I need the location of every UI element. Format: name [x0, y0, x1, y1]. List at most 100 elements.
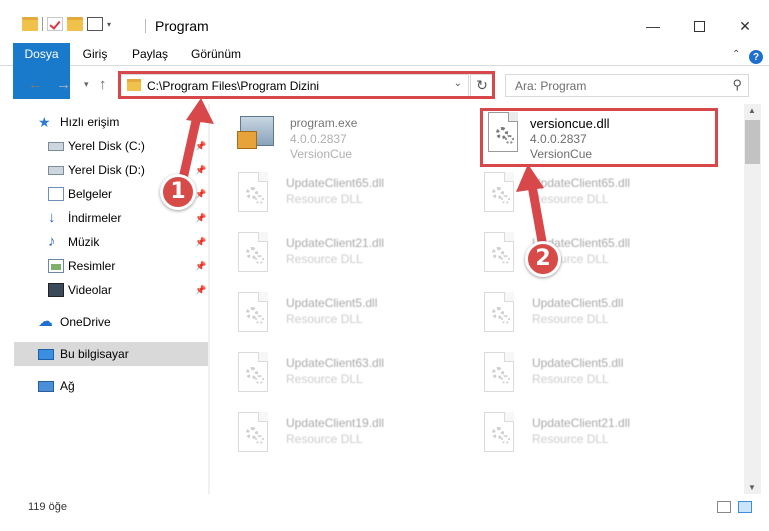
file-item-versioncue-dll[interactable]: versioncue.dll 4.0.0.2837 VersionCue [484, 110, 724, 166]
file-description: VersionCue [530, 147, 593, 161]
download-icon: ↓ [48, 209, 56, 226]
address-dropdown-icon[interactable]: ⌄ [454, 78, 462, 89]
sidebar-item-label: İndirmeler [68, 211, 122, 225]
file-item[interactable]: UpdateClient65.dll Resource DLL [234, 170, 474, 226]
music-icon: ♪ [48, 233, 56, 250]
pin-icon[interactable]: 📌 [195, 165, 206, 176]
cloud-icon: ☁ [38, 313, 53, 330]
step-1-badge: 1 [160, 174, 196, 210]
quick-access-toolbar: ▾ [22, 17, 111, 31]
dll-icon [234, 352, 272, 396]
sidebar-item-videos[interactable]: Videolar 📌 [14, 278, 208, 302]
address-bar[interactable]: C:\Program Files\Program Dizini ⌄ [119, 74, 469, 97]
back-arrow-icon[interactable]: ← [28, 76, 43, 93]
pin-icon[interactable]: 📌 [195, 213, 206, 224]
maximize-icon [693, 20, 705, 32]
refresh-button[interactable]: ↻ [470, 74, 494, 97]
file-item[interactable]: UpdateClient21.dll Resource DLL [234, 230, 474, 286]
dll-icon [480, 232, 518, 276]
recent-locations-icon[interactable]: ▾ [84, 79, 89, 90]
sidebar-item-local-disk-c[interactable]: Yerel Disk (C:) 📌 [14, 134, 208, 158]
file-item-program-exe[interactable]: program.exe 4.0.0.2837 VersionCue [237, 110, 478, 166]
toolbar-dropdown-icon[interactable]: ▾ [107, 20, 111, 29]
dll-icon [480, 292, 518, 336]
file-type: Resource DLL [532, 432, 609, 446]
file-name: UpdateClient21.dll [286, 236, 385, 250]
sidebar-item-label: Yerel Disk (D:) [68, 163, 145, 177]
address-folder-icon [127, 79, 141, 91]
file-item[interactable]: UpdateClient63.dll Resource DLL [234, 350, 474, 406]
sidebar-item-music[interactable]: ♪ Müzik 📌 [14, 230, 208, 254]
expand-ribbon-icon[interactable]: ⌃ [732, 49, 740, 60]
tab-share[interactable]: Paylaş [127, 43, 173, 66]
up-arrow-icon[interactable]: ↑ [99, 76, 107, 93]
file-item[interactable]: UpdateClient19.dll Resource DLL [234, 410, 474, 466]
file-item[interactable]: UpdateClient65.dll Resource DLL [480, 230, 720, 286]
tiles-view-icon[interactable] [738, 501, 752, 513]
sidebar-item-label: Videolar [68, 283, 112, 297]
file-item[interactable]: UpdateClient21.dll Resource DLL [480, 410, 720, 466]
pin-icon[interactable]: 📌 [195, 261, 206, 272]
close-button[interactable]: ✕ [722, 12, 768, 40]
sidebar-item-network[interactable]: Ağ [14, 374, 208, 398]
file-list: program.exe 4.0.0.2837 VersionCue Update… [212, 104, 742, 494]
dll-icon [234, 232, 272, 276]
file-type: Resource DLL [286, 372, 363, 386]
sidebar-item-label: Yerel Disk (C:) [68, 139, 145, 153]
sidebar-item-quick-access[interactable]: ★ Hızlı erişim [14, 110, 208, 134]
star-icon: ★ [38, 114, 51, 130]
sidebar-item-pictures[interactable]: Resimler 📌 [14, 254, 208, 278]
new-folder-icon[interactable] [67, 17, 83, 31]
pin-icon[interactable]: 📌 [195, 285, 206, 296]
file-name: program.exe [290, 116, 358, 130]
tab-home[interactable]: Giriş [77, 43, 113, 66]
file-type: Resource DLL [286, 252, 363, 266]
file-name: versioncue.dll [530, 116, 610, 131]
file-type: Resource DLL [532, 372, 609, 386]
dll-icon [480, 412, 518, 456]
address-path[interactable]: C:\Program Files\Program Dizini [147, 79, 319, 93]
search-box[interactable]: Ara: Program ⚲ [505, 74, 749, 97]
navigation-bar: ← → ▾ ↑ C:\Program Files\Program Dizini … [0, 70, 769, 100]
search-icon[interactable]: ⚲ [732, 77, 742, 93]
file-item[interactable]: UpdateClient65.dll Resource DLL [480, 170, 720, 226]
scroll-thumb[interactable] [745, 120, 760, 164]
pin-icon[interactable]: 📌 [195, 189, 206, 200]
title-separator [145, 19, 146, 33]
customize-toolbar-icon[interactable] [87, 17, 103, 31]
minimize-icon: — [646, 18, 660, 34]
sidebar-item-label: Müzik [68, 235, 100, 249]
file-name: UpdateClient5.dll [532, 356, 624, 370]
file-version: 4.0.0.2837 [530, 132, 587, 146]
file-icon [237, 112, 276, 156]
status-bar: 119 öğe [0, 496, 769, 520]
file-item[interactable]: UpdateClient5.dll Resource DLL [234, 290, 474, 346]
vertical-scrollbar[interactable]: ▲ ▼ [744, 104, 761, 494]
file-type: Resource DLL [286, 432, 363, 446]
scroll-up-icon[interactable]: ▲ [748, 106, 756, 115]
item-count: 119 öğe [28, 501, 67, 513]
forward-arrow-icon[interactable]: → [56, 76, 71, 93]
help-icon[interactable]: ? [749, 50, 763, 64]
properties-check-icon[interactable] [47, 17, 63, 31]
sidebar-item-onedrive[interactable]: ☁ OneDrive [14, 310, 208, 334]
file-item[interactable]: UpdateClient5.dll Resource DLL [480, 350, 720, 406]
dll-icon [234, 292, 272, 336]
pane-divider[interactable] [208, 104, 210, 494]
pin-icon[interactable]: 📌 [195, 237, 206, 248]
tab-view[interactable]: Görünüm [185, 43, 247, 66]
toolbar-separator [42, 17, 43, 31]
file-name: UpdateClient21.dll [532, 416, 631, 430]
minimize-button[interactable]: — [630, 12, 676, 40]
file-item[interactable]: UpdateClient5.dll Resource DLL [480, 290, 720, 346]
videos-icon [48, 283, 64, 297]
computer-icon [38, 348, 54, 360]
scroll-down-icon[interactable]: ▼ [748, 483, 756, 492]
pin-icon[interactable]: 📌 [195, 141, 206, 152]
details-view-icon[interactable] [717, 501, 731, 513]
file-name: UpdateClient63.dll [286, 356, 385, 370]
maximize-button[interactable] [676, 12, 722, 40]
documents-icon [48, 187, 64, 201]
sidebar-item-this-pc[interactable]: Bu bilgisayar [14, 342, 208, 366]
dll-icon [480, 172, 518, 216]
